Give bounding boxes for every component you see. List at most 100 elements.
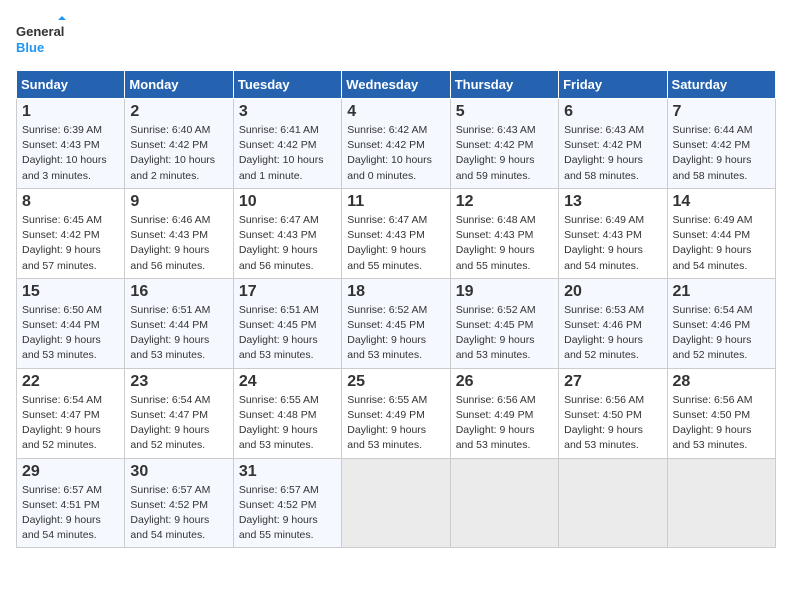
day-number: 29 — [22, 463, 119, 481]
day-detail: Sunrise: 6:54 AMSunset: 4:47 PMDaylight:… — [130, 394, 210, 452]
day-number: 31 — [239, 463, 336, 481]
calendar-cell: 24 Sunrise: 6:55 AMSunset: 4:48 PMDaylig… — [233, 368, 341, 458]
calendar-cell: 8 Sunrise: 6:45 AMSunset: 4:42 PMDayligh… — [17, 188, 125, 278]
day-detail: Sunrise: 6:49 AMSunset: 4:44 PMDaylight:… — [673, 214, 753, 272]
calendar-table: SundayMondayTuesdayWednesdayThursdayFrid… — [16, 70, 776, 548]
day-detail: Sunrise: 6:47 AMSunset: 4:43 PMDaylight:… — [347, 214, 427, 272]
calendar-cell — [667, 458, 775, 548]
day-number: 18 — [347, 283, 444, 301]
day-number: 4 — [347, 103, 444, 121]
day-number: 9 — [130, 193, 227, 211]
day-detail: Sunrise: 6:42 AMSunset: 4:42 PMDaylight:… — [347, 124, 432, 182]
calendar-cell: 28 Sunrise: 6:56 AMSunset: 4:50 PMDaylig… — [667, 368, 775, 458]
day-detail: Sunrise: 6:56 AMSunset: 4:50 PMDaylight:… — [673, 394, 753, 452]
calendar-cell: 10 Sunrise: 6:47 AMSunset: 4:43 PMDaylig… — [233, 188, 341, 278]
day-detail: Sunrise: 6:39 AMSunset: 4:43 PMDaylight:… — [22, 124, 107, 182]
calendar-cell: 25 Sunrise: 6:55 AMSunset: 4:49 PMDaylig… — [342, 368, 450, 458]
day-number: 14 — [673, 193, 770, 211]
day-number: 23 — [130, 373, 227, 391]
col-header-friday: Friday — [559, 71, 667, 99]
day-number: 1 — [22, 103, 119, 121]
calendar-week-1: 1 Sunrise: 6:39 AMSunset: 4:43 PMDayligh… — [17, 99, 776, 189]
day-detail: Sunrise: 6:51 AMSunset: 4:44 PMDaylight:… — [130, 304, 210, 362]
day-number: 10 — [239, 193, 336, 211]
calendar-cell: 16 Sunrise: 6:51 AMSunset: 4:44 PMDaylig… — [125, 278, 233, 368]
day-number: 3 — [239, 103, 336, 121]
calendar-cell: 20 Sunrise: 6:53 AMSunset: 4:46 PMDaylig… — [559, 278, 667, 368]
calendar-cell: 17 Sunrise: 6:51 AMSunset: 4:45 PMDaylig… — [233, 278, 341, 368]
day-detail: Sunrise: 6:43 AMSunset: 4:42 PMDaylight:… — [456, 124, 536, 182]
col-header-wednesday: Wednesday — [342, 71, 450, 99]
calendar-week-5: 29 Sunrise: 6:57 AMSunset: 4:51 PMDaylig… — [17, 458, 776, 548]
day-detail: Sunrise: 6:49 AMSunset: 4:43 PMDaylight:… — [564, 214, 644, 272]
calendar-cell: 26 Sunrise: 6:56 AMSunset: 4:49 PMDaylig… — [450, 368, 558, 458]
calendar-cell: 5 Sunrise: 6:43 AMSunset: 4:42 PMDayligh… — [450, 99, 558, 189]
day-detail: Sunrise: 6:51 AMSunset: 4:45 PMDaylight:… — [239, 304, 319, 362]
col-header-monday: Monday — [125, 71, 233, 99]
day-number: 24 — [239, 373, 336, 391]
day-detail: Sunrise: 6:47 AMSunset: 4:43 PMDaylight:… — [239, 214, 319, 272]
calendar-cell: 31 Sunrise: 6:57 AMSunset: 4:52 PMDaylig… — [233, 458, 341, 548]
day-detail: Sunrise: 6:44 AMSunset: 4:42 PMDaylight:… — [673, 124, 753, 182]
day-detail: Sunrise: 6:50 AMSunset: 4:44 PMDaylight:… — [22, 304, 102, 362]
day-detail: Sunrise: 6:54 AMSunset: 4:46 PMDaylight:… — [673, 304, 753, 362]
day-detail: Sunrise: 6:56 AMSunset: 4:49 PMDaylight:… — [456, 394, 536, 452]
day-detail: Sunrise: 6:46 AMSunset: 4:43 PMDaylight:… — [130, 214, 210, 272]
day-number: 7 — [673, 103, 770, 121]
calendar-cell: 6 Sunrise: 6:43 AMSunset: 4:42 PMDayligh… — [559, 99, 667, 189]
day-number: 21 — [673, 283, 770, 301]
svg-text:General: General — [16, 24, 64, 39]
day-number: 11 — [347, 193, 444, 211]
day-detail: Sunrise: 6:40 AMSunset: 4:42 PMDaylight:… — [130, 124, 215, 182]
calendar-cell: 13 Sunrise: 6:49 AMSunset: 4:43 PMDaylig… — [559, 188, 667, 278]
day-number: 6 — [564, 103, 661, 121]
day-number: 25 — [347, 373, 444, 391]
day-number: 8 — [22, 193, 119, 211]
col-header-saturday: Saturday — [667, 71, 775, 99]
day-number: 17 — [239, 283, 336, 301]
calendar-cell — [559, 458, 667, 548]
day-detail: Sunrise: 6:55 AMSunset: 4:49 PMDaylight:… — [347, 394, 427, 452]
day-detail: Sunrise: 6:45 AMSunset: 4:42 PMDaylight:… — [22, 214, 102, 272]
calendar-cell: 1 Sunrise: 6:39 AMSunset: 4:43 PMDayligh… — [17, 99, 125, 189]
logo: General Blue — [16, 16, 66, 60]
day-detail: Sunrise: 6:53 AMSunset: 4:46 PMDaylight:… — [564, 304, 644, 362]
day-number: 20 — [564, 283, 661, 301]
col-header-sunday: Sunday — [17, 71, 125, 99]
calendar-cell: 3 Sunrise: 6:41 AMSunset: 4:42 PMDayligh… — [233, 99, 341, 189]
page-header: General Blue — [16, 16, 776, 60]
calendar-cell: 15 Sunrise: 6:50 AMSunset: 4:44 PMDaylig… — [17, 278, 125, 368]
day-number: 22 — [22, 373, 119, 391]
calendar-cell: 7 Sunrise: 6:44 AMSunset: 4:42 PMDayligh… — [667, 99, 775, 189]
calendar-cell: 19 Sunrise: 6:52 AMSunset: 4:45 PMDaylig… — [450, 278, 558, 368]
calendar-cell: 11 Sunrise: 6:47 AMSunset: 4:43 PMDaylig… — [342, 188, 450, 278]
day-number: 2 — [130, 103, 227, 121]
calendar-week-3: 15 Sunrise: 6:50 AMSunset: 4:44 PMDaylig… — [17, 278, 776, 368]
calendar-cell: 22 Sunrise: 6:54 AMSunset: 4:47 PMDaylig… — [17, 368, 125, 458]
svg-text:Blue: Blue — [16, 40, 44, 55]
day-number: 19 — [456, 283, 553, 301]
day-detail: Sunrise: 6:56 AMSunset: 4:50 PMDaylight:… — [564, 394, 644, 452]
calendar-cell: 29 Sunrise: 6:57 AMSunset: 4:51 PMDaylig… — [17, 458, 125, 548]
calendar-cell: 21 Sunrise: 6:54 AMSunset: 4:46 PMDaylig… — [667, 278, 775, 368]
calendar-cell: 2 Sunrise: 6:40 AMSunset: 4:42 PMDayligh… — [125, 99, 233, 189]
day-number: 12 — [456, 193, 553, 211]
day-detail: Sunrise: 6:57 AMSunset: 4:52 PMDaylight:… — [130, 484, 210, 542]
day-detail: Sunrise: 6:52 AMSunset: 4:45 PMDaylight:… — [347, 304, 427, 362]
calendar-cell: 4 Sunrise: 6:42 AMSunset: 4:42 PMDayligh… — [342, 99, 450, 189]
day-number: 27 — [564, 373, 661, 391]
calendar-cell: 30 Sunrise: 6:57 AMSunset: 4:52 PMDaylig… — [125, 458, 233, 548]
day-number: 30 — [130, 463, 227, 481]
day-detail: Sunrise: 6:52 AMSunset: 4:45 PMDaylight:… — [456, 304, 536, 362]
day-detail: Sunrise: 6:41 AMSunset: 4:42 PMDaylight:… — [239, 124, 324, 182]
col-header-tuesday: Tuesday — [233, 71, 341, 99]
calendar-cell: 18 Sunrise: 6:52 AMSunset: 4:45 PMDaylig… — [342, 278, 450, 368]
day-number: 26 — [456, 373, 553, 391]
day-detail: Sunrise: 6:54 AMSunset: 4:47 PMDaylight:… — [22, 394, 102, 452]
day-detail: Sunrise: 6:43 AMSunset: 4:42 PMDaylight:… — [564, 124, 644, 182]
calendar-week-2: 8 Sunrise: 6:45 AMSunset: 4:42 PMDayligh… — [17, 188, 776, 278]
day-number: 5 — [456, 103, 553, 121]
calendar-cell: 12 Sunrise: 6:48 AMSunset: 4:43 PMDaylig… — [450, 188, 558, 278]
calendar-cell: 27 Sunrise: 6:56 AMSunset: 4:50 PMDaylig… — [559, 368, 667, 458]
day-number: 16 — [130, 283, 227, 301]
